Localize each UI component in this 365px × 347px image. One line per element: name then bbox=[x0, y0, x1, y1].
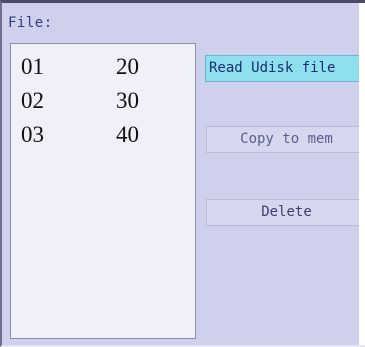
read-udisk-file-button[interactable]: Read Udisk file bbox=[205, 55, 365, 82]
file-row[interactable]: 02 30 bbox=[11, 88, 195, 122]
file-row[interactable]: 01 20 bbox=[11, 54, 195, 88]
file-number: 03 bbox=[21, 122, 44, 147]
copy-to-mem-button[interactable]: Copy to mem bbox=[206, 126, 365, 153]
file-number: 01 bbox=[21, 54, 44, 79]
file-list[interactable]: 01 20 02 30 03 40 bbox=[10, 43, 196, 339]
file-row[interactable]: 03 40 bbox=[11, 122, 195, 156]
file-value: 30 bbox=[116, 88, 139, 113]
delete-button[interactable]: Delete bbox=[206, 199, 365, 226]
file-label: File: bbox=[8, 15, 53, 31]
file-number: 02 bbox=[21, 88, 44, 113]
file-value: 20 bbox=[116, 54, 139, 79]
screen-panel: File: 01 20 02 30 03 40 Read Udisk file … bbox=[0, 0, 365, 347]
file-value: 40 bbox=[116, 122, 139, 147]
